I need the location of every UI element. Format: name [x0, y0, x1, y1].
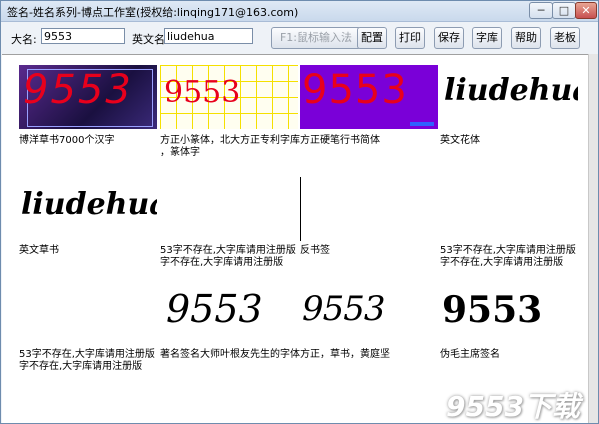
tile-preview[interactable] — [440, 177, 578, 241]
signature-text: 9553 — [166, 287, 263, 331]
toolbar: 大名: 英文名: F1:鼠标输入法 配置 打印 保存 字库 帮助 老板 — [1, 22, 598, 52]
tile-preview[interactable]: liudehua — [19, 177, 157, 241]
signature-text: liudehua — [444, 73, 578, 108]
tile-preview[interactable] — [300, 177, 438, 241]
tile-preview[interactable]: 9553 — [160, 283, 298, 347]
signature-text: 9553 — [442, 289, 543, 331]
name-label: 大名: — [11, 33, 37, 46]
watermark-logo: 9553下载 — [446, 390, 580, 423]
vertical-scrollbar[interactable] — [588, 54, 598, 423]
tile-preview[interactable]: 9553 — [160, 65, 298, 129]
tile-preview[interactable]: 9553 — [300, 65, 438, 129]
en-name-input[interactable] — [164, 28, 253, 44]
signature-text: 9553 — [164, 75, 241, 110]
tile-caption: 方正小篆体，北大方正专利字库 ，篆体字 — [160, 135, 300, 158]
tile-caption: 反书签 — [300, 245, 330, 256]
tile-preview[interactable]: 9553 — [19, 65, 157, 129]
tile-preview[interactable]: liudehua — [440, 65, 578, 129]
tile-preview[interactable]: 9553 — [300, 283, 438, 347]
tile-caption: 博洋草书7000个汉字 — [19, 135, 115, 146]
tile-caption: 英文花体 — [440, 135, 480, 146]
tile-preview[interactable]: 9553 — [440, 283, 578, 347]
signature-text: 9553 — [302, 289, 386, 329]
tile-caption: 53字不存在,大字库请用注册版 字不存在,大字库请用注册版 — [160, 245, 296, 268]
tile-caption: 英文草书 — [19, 245, 59, 256]
tile-caption: 伪毛主席签名 — [440, 349, 500, 360]
title-bar: 签名-姓名系列-博点工作室(授权给:linqing171@163.com) ─ … — [1, 1, 598, 22]
tile-caption: 著名签名大师叶根友先生的字体 — [160, 349, 300, 360]
save-button[interactable]: 保存 — [434, 27, 464, 49]
tile-caption: 53字不存在,大字库请用注册版 字不存在,大字库请用注册版 — [19, 349, 155, 372]
tile-caption: 方正硬笔行书简体 — [300, 135, 380, 146]
help-button[interactable]: 帮助 — [511, 27, 541, 49]
minimize-button[interactable]: ─ — [529, 2, 553, 19]
print-button[interactable]: 打印 — [395, 27, 425, 49]
maximize-button[interactable]: □ — [552, 2, 576, 19]
config-button[interactable]: 配置 — [357, 27, 387, 49]
tile-caption: 方正，草书，黄庭坚 — [300, 349, 390, 360]
font-lib-button[interactable]: 字库 — [472, 27, 502, 49]
name-input[interactable] — [41, 28, 125, 44]
signature-text: 9553 — [23, 67, 133, 113]
close-button[interactable]: ✕ — [575, 2, 597, 19]
signature-grid: 9553 博洋草书7000个汉字 9553 方正小篆体，北大方正专利字库 ，篆体… — [2, 54, 588, 423]
tile-preview[interactable] — [19, 283, 157, 347]
boss-button[interactable]: 老板 — [550, 27, 580, 49]
tile-caption: 53字不存在,大字库请用注册版 字不存在,大字库请用注册版 — [440, 245, 576, 268]
signature-text: 9553 — [302, 67, 408, 113]
tile-preview[interactable] — [160, 177, 298, 241]
mouse-input-button[interactable]: F1:鼠标输入法 — [271, 27, 361, 49]
signature-text: liudehua — [21, 187, 157, 222]
window-title: 签名-姓名系列-博点工作室(授权给:linqing171@163.com) — [7, 6, 299, 19]
app-window: 签名-姓名系列-博点工作室(授权给:linqing171@163.com) ─ … — [0, 0, 599, 424]
